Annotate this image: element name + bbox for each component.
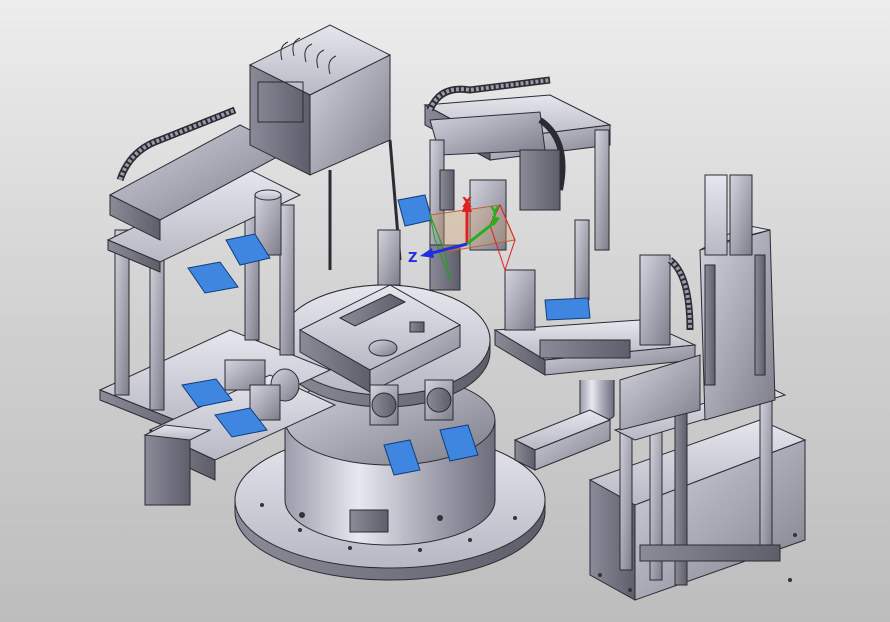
right-conveyor (493, 254, 697, 471)
triad-x-label: X (462, 196, 472, 211)
triad-z-label: Z (408, 251, 417, 266)
cad-3d-viewport[interactable]: X Y Z (0, 0, 890, 622)
product-plate (544, 297, 591, 321)
right-output-frame (588, 174, 807, 601)
assembly-model[interactable]: X Y Z (0, 0, 890, 622)
product-plate (397, 194, 433, 227)
product-plate (187, 261, 239, 294)
triad-z-arrow-icon (420, 248, 434, 258)
triad-y-label: Y (489, 205, 500, 220)
